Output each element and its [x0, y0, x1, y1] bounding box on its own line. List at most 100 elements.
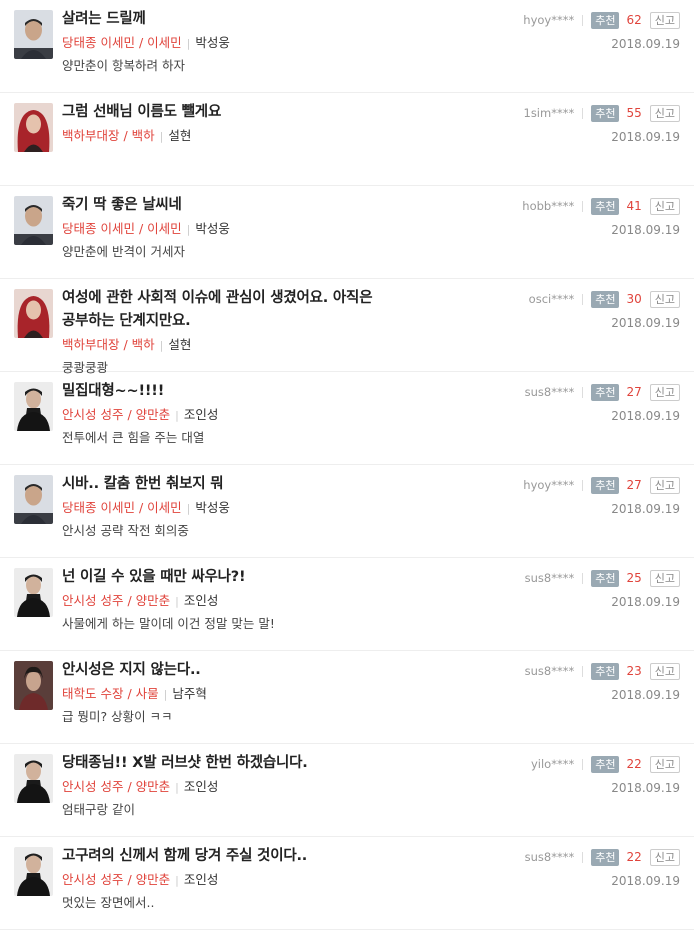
avatar[interactable] — [14, 754, 53, 803]
recommend-button[interactable]: 추천 — [591, 11, 620, 29]
comment-list: 살려는 드릴께 당태종 이세민 / 이세민 | 박성웅 양만춘이 항복하려 하자 h… — [0, 0, 694, 930]
comment-item: 안시성은 지지 않는다.. 태학도 수장 / 사물 | 남주혁 급 뭥미? 상황이 … — [0, 651, 694, 744]
recommend-count: 27 — [626, 385, 642, 399]
divider — [582, 758, 584, 770]
actor-name: 설현 — [168, 337, 192, 352]
comment-date: 2018.09.19 — [611, 502, 680, 516]
role-link[interactable]: 백하부대장 / 백하 — [62, 337, 155, 352]
divider — [582, 14, 584, 26]
comment-date: 2018.09.19 — [611, 781, 680, 795]
divider: | — [175, 409, 179, 422]
actor-name: 남주혁 — [172, 686, 207, 701]
role-link[interactable]: 당태종 이세민 / 이세민 — [62, 500, 182, 515]
report-button[interactable]: 신고 — [649, 383, 680, 401]
report-button[interactable]: 신고 — [649, 11, 680, 29]
role-link[interactable]: 태학도 수장 / 사물 — [62, 686, 159, 701]
comment-text: 급 뭥미? 상황이 ㅋㅋ — [62, 709, 173, 724]
recommend-button[interactable]: 추천 — [591, 848, 620, 866]
recommend-button[interactable]: 추천 — [591, 383, 620, 401]
actor-name: 조인성 — [183, 407, 219, 422]
recommend-button[interactable]: 추천 — [591, 755, 620, 773]
comment-text: 멋있는 장면에서.. — [62, 895, 155, 910]
recommend-count: 27 — [626, 478, 642, 492]
role-link[interactable]: 당태종 이세민 / 이세민 — [62, 35, 182, 50]
recommend-button[interactable]: 추천 — [591, 104, 620, 122]
user-id: hyoy**** — [523, 478, 575, 492]
report-button[interactable]: 신고 — [649, 755, 680, 773]
comment-date: 2018.09.19 — [611, 874, 680, 888]
user-id: hobb**** — [522, 199, 575, 213]
avatar[interactable] — [14, 847, 53, 896]
comment-title: 넌 이길 수 있을 때만 싸우나?! — [62, 569, 246, 585]
user-id: osci**** — [528, 292, 575, 306]
report-button[interactable]: 신고 — [649, 104, 680, 122]
role-link[interactable]: 안시성 성주 / 양만춘 — [62, 593, 170, 608]
divider: | — [175, 781, 179, 794]
avatar[interactable] — [14, 10, 53, 59]
report-button[interactable]: 신고 — [649, 848, 680, 866]
recommend-button[interactable]: 추천 — [591, 197, 620, 215]
role-link[interactable]: 안시성 성주 / 양만춘 — [62, 407, 170, 422]
recommend-button[interactable]: 추천 — [591, 569, 620, 587]
avatar[interactable] — [14, 568, 53, 617]
report-button[interactable]: 신고 — [649, 476, 680, 494]
comment-date: 2018.09.19 — [611, 595, 680, 609]
divider — [582, 479, 584, 491]
report-button[interactable]: 신고 — [649, 662, 680, 680]
comment-item: 밀집대형~~!!!! 안시성 성주 / 양만춘 | 조인성 전투에서 큰 힘을 주는… — [0, 372, 694, 465]
recommend-count: 55 — [626, 106, 642, 120]
comment-text: 전투에서 큰 힘을 주는 대열 — [62, 430, 205, 445]
comment-item: 시바.. 칼춤 한번 춰보지 뭐 당태종 이세민 / 이세민 | 박성웅 안시성 공… — [0, 465, 694, 558]
comment-item: 죽기 딱 좋은 날씨네 당태종 이세민 / 이세민 | 박성웅 양만춘에 반격이 거… — [0, 186, 694, 279]
actor-name: 박성웅 — [195, 500, 230, 515]
avatar[interactable] — [14, 382, 53, 431]
divider — [582, 293, 584, 305]
comment-date: 2018.09.19 — [611, 37, 680, 51]
divider — [582, 572, 584, 584]
user-id: hyoy**** — [523, 13, 575, 27]
avatar[interactable] — [14, 103, 53, 152]
recommend-count: 22 — [626, 757, 642, 771]
divider: | — [159, 339, 164, 352]
comment-item: 여성에 관한 사회적 이슈에 관심이 생겼어요. 아직은 공부하는 단계지만요.… — [0, 279, 694, 375]
actor-name: 조인성 — [183, 593, 219, 608]
role-link[interactable]: 안시성 성주 / 양만춘 — [62, 872, 170, 887]
user-id: sus8**** — [524, 385, 575, 399]
report-button[interactable]: 신고 — [649, 569, 680, 587]
divider — [582, 665, 584, 677]
comment-item: 고구려의 신께서 함께 당겨 주실 것이다.. 안시성 성주 / 양만춘 | 조인성… — [0, 837, 694, 930]
recommend-count: 22 — [626, 850, 642, 864]
avatar[interactable] — [14, 475, 53, 524]
report-button[interactable]: 신고 — [649, 290, 680, 308]
user-id: sus8**** — [524, 850, 575, 864]
report-button[interactable]: 신고 — [649, 197, 680, 215]
role-link[interactable]: 당태종 이세민 / 이세민 — [62, 221, 182, 236]
actor-name: 설현 — [168, 128, 192, 143]
recommend-button[interactable]: 추천 — [591, 662, 620, 680]
comment-title: 그럼 선배님 이름도 뺄게요 — [62, 104, 222, 120]
avatar[interactable] — [14, 289, 53, 338]
avatar[interactable] — [14, 661, 53, 710]
comment-text: 안시성 공략 작전 회의중 — [62, 523, 189, 538]
avatar[interactable] — [14, 196, 53, 245]
comment-date: 2018.09.19 — [611, 223, 680, 237]
divider — [582, 386, 584, 398]
comment-item: 넌 이길 수 있을 때만 싸우나?! 안시성 성주 / 양만춘 | 조인성 사물에게… — [0, 558, 694, 651]
divider: | — [186, 37, 191, 50]
role-link[interactable]: 백하부대장 / 백하 — [62, 128, 155, 143]
actor-name: 박성웅 — [195, 35, 230, 50]
user-id: yilo**** — [530, 757, 575, 771]
recommend-button[interactable]: 추천 — [591, 290, 620, 308]
divider: | — [175, 874, 179, 887]
divider — [582, 200, 584, 212]
comment-title: 살려는 드릴께 — [62, 11, 146, 27]
comment-date: 2018.09.19 — [611, 409, 680, 423]
user-id: 1sim**** — [523, 106, 575, 120]
divider: | — [186, 223, 191, 236]
recommend-count: 41 — [626, 199, 642, 213]
role-link[interactable]: 안시성 성주 / 양만춘 — [62, 779, 170, 794]
recommend-count: 30 — [626, 292, 642, 306]
divider: | — [163, 688, 168, 701]
recommend-button[interactable]: 추천 — [591, 476, 620, 494]
comment-title: 시바.. 칼춤 한번 춰보지 뭐 — [62, 476, 224, 492]
